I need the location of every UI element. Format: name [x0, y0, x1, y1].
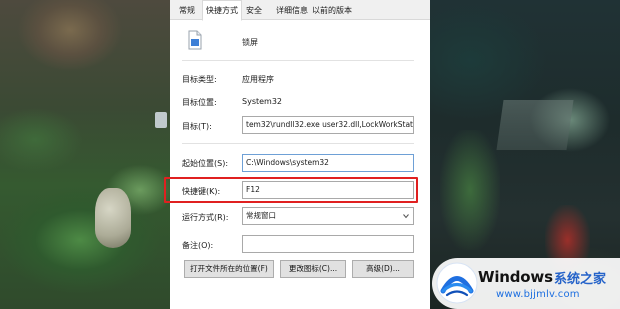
- target-type-value: 应用程序: [242, 75, 274, 84]
- watermark-url: www.bjjmlv.com: [496, 289, 580, 300]
- desktop-wallpaper-left: [0, 0, 170, 309]
- file-icon: [188, 30, 202, 50]
- tab-general[interactable]: 常规: [174, 2, 200, 20]
- divider: [182, 143, 414, 144]
- wallpaper-vase: [95, 188, 131, 248]
- tab-details[interactable]: 详细信息: [274, 2, 310, 20]
- hotkey-field[interactable]: F12: [242, 181, 414, 199]
- target-location-value: System32: [242, 97, 283, 106]
- wallpaper-lamp: [155, 112, 167, 128]
- divider: [182, 60, 414, 61]
- watermark-brand: Windows: [478, 268, 553, 286]
- open-file-location-button[interactable]: 打开文件所在的位置(F): [184, 260, 274, 278]
- site-watermark: Windows 系统之家 www.bjjmlv.com: [432, 258, 620, 309]
- watermark-cn: 系统之家: [554, 272, 607, 287]
- wallpaper-plant: [440, 130, 500, 250]
- run-select-value: 常规窗口: [246, 211, 276, 220]
- start-in-label: 起始位置(S):: [182, 159, 229, 168]
- chevron-down-icon: [403, 214, 409, 219]
- comment-label: 备注(O):: [182, 241, 214, 250]
- tab-shortcut[interactable]: 快捷方式: [202, 0, 242, 21]
- tab-bar: 常规 快捷方式 安全 详细信息 以前的版本: [170, 0, 430, 21]
- target-field[interactable]: tem32\rundll32.exe user32.dll,LockWorkSt…: [242, 116, 414, 134]
- target-label: 目标(T):: [182, 122, 212, 131]
- advanced-button[interactable]: 高级(D)...: [352, 260, 414, 278]
- shortcut-properties-dialog: 常规 快捷方式 安全 详细信息 以前的版本 锁屏 目标类型: 应用程序 目标位置…: [170, 0, 430, 309]
- hotkey-label: 快捷键(K):: [182, 187, 221, 196]
- shortcut-name: 锁屏: [242, 38, 258, 47]
- start-in-field[interactable]: C:\Windows\system32: [242, 154, 414, 172]
- wallpaper-house: [496, 100, 574, 150]
- tab-security[interactable]: 安全: [243, 2, 265, 20]
- comment-field[interactable]: [242, 235, 414, 253]
- run-select[interactable]: 常规窗口: [242, 207, 414, 225]
- run-label: 运行方式(R):: [182, 213, 229, 222]
- target-location-label: 目标位置:: [182, 98, 217, 107]
- tab-previous-versions[interactable]: 以前的版本: [311, 2, 353, 20]
- target-type-label: 目标类型:: [182, 75, 217, 84]
- change-icon-button[interactable]: 更改图标(C)...: [280, 260, 346, 278]
- windows-logo-icon: [436, 262, 478, 304]
